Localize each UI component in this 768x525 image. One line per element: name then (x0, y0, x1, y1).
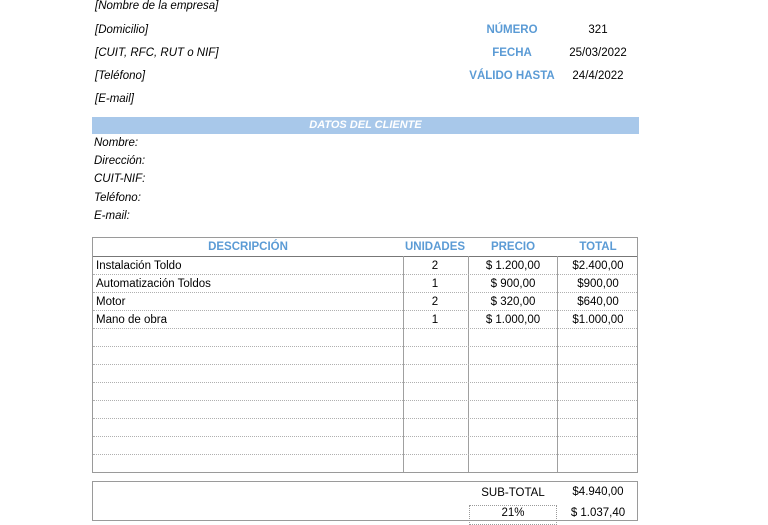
subtotal-label: SUB-TOTAL (481, 487, 545, 499)
table-row: Mano de obra 1 $ 1.000,00 $1.000,00 (93, 311, 637, 329)
item-total: $1.000,00 (572, 314, 624, 326)
row-divider (93, 364, 637, 365)
item-total: $2.400,00 (572, 260, 624, 272)
client-tax-label: CUIT-NIF: (94, 173, 146, 185)
row-divider (93, 346, 637, 347)
item-price: $ 1.000,00 (485, 314, 541, 326)
subtotal-value: $4.940,00 (572, 486, 624, 498)
item-description: Instalación Toldo (96, 260, 182, 272)
row-divider (93, 382, 637, 383)
company-address: [Domicilio] (95, 24, 149, 36)
company-phone: [Teléfono] (95, 70, 146, 82)
header-price: PRECIO (490, 241, 536, 253)
table-row: Motor 2 $ 320,00 $640,00 (93, 293, 637, 311)
company-tax-id: [CUIT, RFC, RUT o NIF] (95, 47, 219, 59)
item-units: 1 (431, 278, 439, 290)
client-name-label: Nombre: (94, 137, 139, 149)
tax-rate: 21% (501, 507, 525, 519)
item-total: $900,00 (577, 278, 619, 290)
item-description: Automatización Toldos (96, 278, 211, 290)
table-row: Instalación Toldo 2 $ 1.200,00 $2.400,00 (93, 257, 637, 275)
row-divider (93, 436, 637, 437)
items-table: DESCRIPCIÓN UNIDADES PRECIO TOTAL Instal… (92, 237, 638, 473)
item-price: $ 320,00 (490, 296, 536, 308)
item-price: $ 900,00 (490, 278, 536, 290)
row-divider (93, 454, 637, 455)
tax-value: $ 1.037,40 (570, 507, 626, 519)
item-units: 1 (431, 314, 439, 326)
valid-until-value: 24/4/2022 (572, 70, 624, 82)
item-price: $ 1.200,00 (485, 260, 541, 272)
company-email: [E-mail] (95, 93, 134, 105)
company-name: [Nombre de la empresa] (95, 0, 219, 12)
row-divider (93, 418, 637, 419)
client-address-label: Dirección: (94, 155, 146, 167)
date-value: 25/03/2022 (569, 47, 627, 59)
number-value: 321 (588, 24, 608, 36)
header-units: UNIDADES (404, 241, 466, 253)
table-row: Automatización Toldos 1 $ 900,00 $900,00 (93, 275, 637, 293)
totals-section: SUB-TOTAL $4.940,00 21% $ 1.037,40 (92, 481, 638, 525)
number-label: NÚMERO (486, 24, 538, 36)
item-units: 2 (431, 296, 439, 308)
item-total: $640,00 (577, 296, 619, 308)
client-email-label: E-mail: (94, 210, 130, 222)
client-section-header: DATOS DEL CLIENTE (92, 117, 639, 134)
client-phone-label: Teléfono: (94, 192, 141, 204)
valid-until-label: VÁLIDO HASTA (469, 70, 555, 82)
header-description: DESCRIPCIÓN (208, 241, 288, 253)
date-label: FECHA (492, 47, 532, 59)
item-description: Mano de obra (96, 314, 167, 326)
row-divider (93, 400, 637, 401)
item-description: Motor (96, 296, 126, 308)
item-units: 2 (431, 260, 439, 272)
header-total: TOTAL (579, 241, 617, 253)
